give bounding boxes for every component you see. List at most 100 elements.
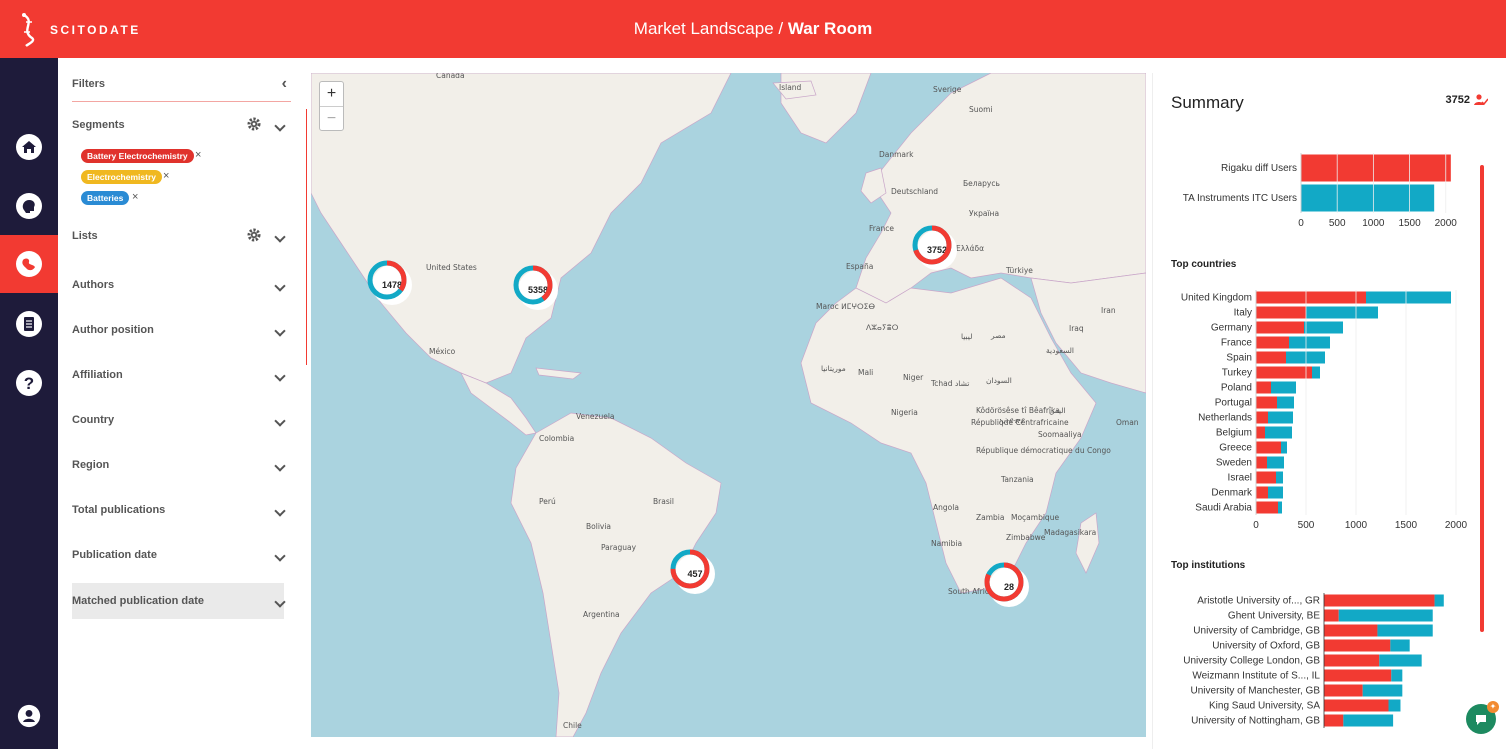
bar xyxy=(1256,441,1281,454)
map-label: مصر xyxy=(990,331,1006,340)
bar xyxy=(1276,471,1283,484)
zoom-out-button[interactable]: − xyxy=(320,106,343,130)
chevron-down-icon[interactable] xyxy=(274,415,286,427)
bar xyxy=(1388,699,1401,712)
chevron-down-icon[interactable] xyxy=(274,231,286,243)
map-label: Iraq xyxy=(1069,324,1084,333)
filters-header: Filters ‹ xyxy=(72,75,291,102)
filter-lists[interactable]: Lists xyxy=(72,227,286,252)
collapse-filters-icon[interactable]: ‹ xyxy=(282,75,287,93)
category-label: Weizmann Institute of S..., IL xyxy=(1192,671,1320,682)
filters-scroll-indicator xyxy=(306,109,307,365)
category-label: TA Instruments ITC Users xyxy=(1183,193,1297,204)
filter-row[interactable]: Authors xyxy=(72,279,286,301)
bar xyxy=(1268,486,1283,499)
bar xyxy=(1278,501,1282,514)
summary-scrollbar[interactable] xyxy=(1480,165,1484,632)
nav-map[interactable] xyxy=(0,235,58,293)
summary-count: 3752 xyxy=(1445,94,1470,106)
category-label: Spain xyxy=(1226,353,1252,364)
map-label: Canada xyxy=(436,73,465,80)
x-tick-label: 500 xyxy=(1298,520,1315,531)
map-label: United States xyxy=(426,263,477,272)
category-label: Saudi Arabia xyxy=(1195,503,1252,514)
map-label: السودان xyxy=(986,376,1012,385)
chat-button[interactable]: ✦ xyxy=(1466,701,1499,734)
map-label: Madagasikara xyxy=(1044,528,1096,537)
filter-label: Author position xyxy=(72,324,154,336)
segments-label: Segments xyxy=(72,119,125,131)
remove-tag-icon[interactable]: × xyxy=(195,149,201,161)
filter-row[interactable]: Region xyxy=(72,459,286,481)
bar xyxy=(1301,154,1451,182)
nav-account[interactable] xyxy=(0,687,58,745)
bar xyxy=(1289,336,1330,349)
chevron-down-icon[interactable] xyxy=(274,460,286,472)
map-cluster[interactable]: 457 xyxy=(670,549,715,594)
bar xyxy=(1306,306,1378,319)
brain-icon xyxy=(16,193,42,219)
filter-row[interactable]: Total publications xyxy=(72,504,286,526)
nav-lists[interactable] xyxy=(0,295,58,353)
chevron-down-icon[interactable] xyxy=(274,550,286,562)
tag-segment[interactable]: Battery Electrochemistry xyxy=(81,149,194,163)
map-label: Moçambique xyxy=(1011,513,1059,522)
bar xyxy=(1256,501,1278,514)
zoom-in-button[interactable]: + xyxy=(320,82,343,106)
filter-row[interactable]: Publication date xyxy=(72,549,286,571)
map-label: Kôdörösêse tî Bêafrîka xyxy=(976,406,1060,415)
summary-title: Summary xyxy=(1171,93,1244,112)
nav-help[interactable]: ? xyxy=(0,354,58,412)
x-tick-label: 500 xyxy=(1329,218,1346,229)
filter-label: Country xyxy=(72,414,115,426)
map-footer xyxy=(311,737,1146,749)
nav-home[interactable] xyxy=(0,118,58,176)
user-icon xyxy=(17,704,41,728)
top-countries-title: Top countries xyxy=(1171,259,1237,270)
top-countries-chart: United Kingdom Italy Germany France Spain Tur… xyxy=(1181,290,1468,531)
filter-label: Total publications xyxy=(72,504,166,516)
world-map[interactable]: Canada Island Sverige Suomi Danmark Deutschla… xyxy=(311,73,1146,737)
filter-matched-date[interactable]: Matched publication date xyxy=(72,583,286,619)
tag-segment[interactable]: Batteries xyxy=(81,191,130,205)
nav-insights[interactable] xyxy=(0,177,58,235)
filter-label: Region xyxy=(72,459,110,471)
chevron-down-icon[interactable] xyxy=(274,280,286,292)
chevron-down-icon[interactable] xyxy=(274,120,286,132)
category-label: University of Cambridge, GB xyxy=(1193,626,1320,637)
chevron-down-icon[interactable] xyxy=(274,505,286,517)
gear-icon[interactable] xyxy=(246,116,262,132)
svg-text:?: ? xyxy=(24,374,34,393)
bar xyxy=(1256,336,1289,349)
category-label: Rigaku diff Users xyxy=(1221,163,1297,174)
home-icon xyxy=(16,134,42,160)
cluster-ring xyxy=(912,225,952,265)
map-label: Bolivia xyxy=(586,522,611,531)
map-label: Mali xyxy=(858,368,873,377)
bar xyxy=(1256,306,1306,319)
category-label: Belgium xyxy=(1216,428,1252,439)
map-label: Deutschland xyxy=(891,187,938,196)
remove-tag-icon[interactable]: × xyxy=(132,191,138,203)
gear-icon[interactable] xyxy=(246,227,262,243)
filter-row[interactable]: Country xyxy=(72,414,286,436)
map-label: Chile xyxy=(563,721,582,730)
bar xyxy=(1256,291,1366,304)
filter-row[interactable]: Author position xyxy=(72,324,286,346)
chevron-down-icon[interactable] xyxy=(274,370,286,382)
user-check-icon[interactable] xyxy=(1474,93,1488,107)
filter-row[interactable]: Affiliation xyxy=(72,369,286,391)
map-cluster[interactable]: 28 xyxy=(984,562,1029,607)
chevron-down-icon[interactable] xyxy=(274,325,286,337)
map-cluster[interactable]: 1478 xyxy=(367,260,412,305)
chevron-down-icon[interactable] xyxy=(274,596,286,608)
category-label: Ghent University, BE xyxy=(1228,611,1320,622)
filter-segments[interactable]: Segments xyxy=(72,116,286,141)
remove-tag-icon[interactable]: × xyxy=(163,170,169,182)
x-tick-label: 1000 xyxy=(1345,520,1368,531)
map-cluster[interactable]: 5358 xyxy=(513,265,558,310)
map-cluster[interactable]: 3752 xyxy=(912,225,957,270)
top-institutions-chart: Aristotle University of..., GR Ghent Univ… xyxy=(1183,593,1444,728)
category-label: Italy xyxy=(1234,308,1252,319)
tag-segment[interactable]: Electrochemistry xyxy=(81,170,162,184)
